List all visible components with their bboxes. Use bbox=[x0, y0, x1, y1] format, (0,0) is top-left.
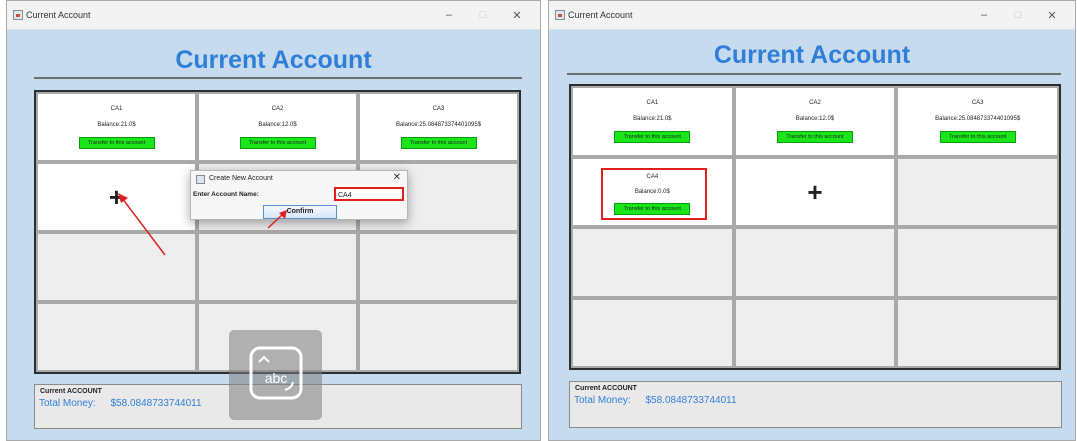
empty-cell bbox=[735, 299, 895, 366]
app-icon bbox=[555, 10, 565, 20]
account-balance: Balance:0.0$ bbox=[634, 188, 670, 195]
add-account-button[interactable]: + bbox=[735, 158, 895, 225]
footer-panel: Current ACCOUNT Total Money: $58.0848733… bbox=[569, 381, 1062, 428]
empty-cell bbox=[573, 299, 732, 366]
maximize-icon[interactable]: □ bbox=[1001, 9, 1035, 21]
total-money-label: Total Money: bbox=[574, 395, 631, 406]
transfer-button[interactable]: Transfer to this account bbox=[776, 131, 853, 143]
total-money-value: $58.0848733744011 bbox=[645, 395, 737, 406]
account-grid: CA1 Balance:21.0$ Transfer to this accou… bbox=[569, 84, 1061, 370]
arrow-to-confirm bbox=[267, 213, 284, 229]
arrow-to-plus bbox=[121, 197, 166, 256]
empty-cell bbox=[898, 229, 1057, 296]
divider bbox=[567, 73, 1061, 75]
empty-cell bbox=[735, 229, 895, 296]
footer-title: Current ACCOUNT bbox=[575, 385, 637, 392]
empty-cell bbox=[898, 158, 1057, 225]
total-money: Total Money: $58.0848733744011 bbox=[574, 395, 737, 406]
account-name: CA4 bbox=[646, 173, 659, 180]
minimize-icon[interactable]: – bbox=[967, 9, 1001, 21]
page-title: Current Account bbox=[713, 41, 911, 69]
account-card: CA1 Balance:21.0$ Transfer to this accou… bbox=[573, 88, 732, 155]
transfer-button[interactable]: Transfer to this account bbox=[614, 202, 691, 215]
account-card: CA3 Balance:25.084873374401095$ Transfer… bbox=[898, 88, 1057, 155]
title-bar: Current Account – □ ✕ bbox=[549, 1, 1075, 30]
account-balance: Balance:21.0$ bbox=[633, 116, 672, 122]
plus-icon: + bbox=[807, 176, 823, 207]
close-icon[interactable]: ✕ bbox=[1035, 9, 1069, 22]
arrow-head-icon bbox=[279, 210, 287, 219]
account-card: CA2 Balance:12.0$ Transfer to this accou… bbox=[735, 88, 895, 155]
transfer-button[interactable]: Transfer to this account bbox=[614, 131, 691, 143]
account-balance: Balance:12.0$ bbox=[795, 116, 835, 122]
transfer-button[interactable]: Transfer to this account bbox=[939, 131, 1016, 143]
empty-cell bbox=[898, 299, 1057, 366]
arrow-head-icon bbox=[118, 193, 128, 203]
account-balance: Balance:25.084873374401095$ bbox=[935, 116, 1021, 122]
keyboard-icon: abc bbox=[249, 346, 303, 400]
keyboard-icon-text: abc bbox=[265, 370, 288, 386]
account-name: CA1 bbox=[646, 100, 659, 106]
keyboard-overlay[interactable]: abc bbox=[229, 330, 322, 420]
account-card: CA4 Balance:0.0$ Transfer to this accoun… bbox=[573, 158, 732, 225]
right-window: Current Account – □ ✕ Current Account CA… bbox=[548, 0, 1076, 441]
account-name: CA3 bbox=[971, 100, 984, 106]
account-name: CA2 bbox=[809, 100, 821, 106]
empty-cell bbox=[573, 229, 732, 296]
window-title: Current Account bbox=[568, 10, 633, 20]
